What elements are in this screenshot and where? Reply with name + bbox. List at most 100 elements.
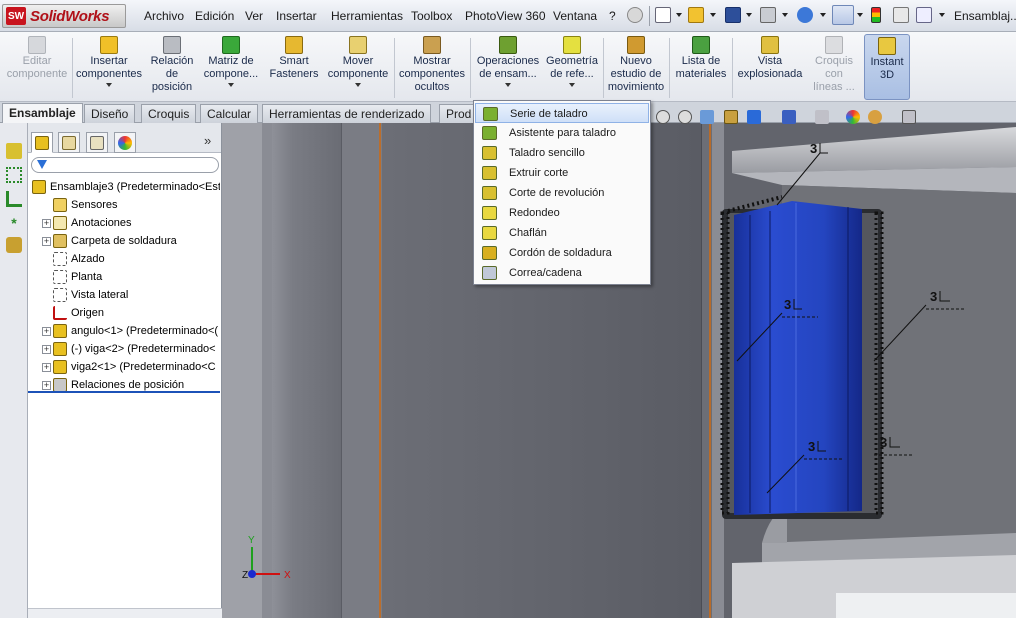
menu-item-belt-chain[interactable]: Correa/cadena	[475, 263, 649, 283]
new-document-icon[interactable]	[655, 7, 671, 23]
linear-pattern-button[interactable]: Matriz de compone...	[200, 36, 262, 87]
feature-tree-tab[interactable]	[31, 132, 53, 153]
reference-geometry-dropdown-icon[interactable]	[569, 83, 575, 87]
smart-dimension-icon[interactable]	[6, 143, 22, 159]
expand-icon[interactable]: +	[42, 381, 51, 390]
tree-item[interactable]: + angulo<1> (Predeterminado<(	[28, 322, 220, 340]
view-settings-icon[interactable]	[902, 110, 916, 124]
menu-photoview[interactable]: PhotoView 360	[465, 9, 546, 23]
feature-tree-scrollbar[interactable]	[28, 608, 222, 618]
bill-of-materials-button[interactable]: Lista de materiales	[672, 36, 730, 81]
hide-show-items-icon[interactable]	[815, 110, 829, 124]
asterisk-icon[interactable]: *	[6, 215, 22, 231]
tab-herramientas-renderizado[interactable]: Herramientas de renderizado	[262, 104, 432, 123]
configuration-manager-tab[interactable]	[86, 132, 108, 153]
show-hidden-components-button[interactable]: Mostrar componentes ocultos	[397, 36, 467, 94]
select-dropdown-icon[interactable]	[857, 13, 863, 17]
undo-dropdown-icon[interactable]	[820, 13, 826, 17]
previous-view-icon[interactable]	[700, 110, 714, 124]
sketch-line-icon[interactable]	[6, 167, 22, 183]
menu-item-fillet[interactable]: Redondeo	[475, 203, 649, 223]
apply-scene-icon[interactable]	[868, 110, 882, 124]
menu-item-hole-series[interactable]: Serie de taladro	[475, 103, 649, 123]
smart-fasteners-button[interactable]: Smart Fasteners	[265, 36, 323, 81]
open-folder-icon[interactable]	[688, 7, 704, 23]
tree-item[interactable]: + Anotaciones	[28, 214, 220, 232]
options-dropdown-icon[interactable]	[939, 13, 945, 17]
exploded-view-button[interactable]: Vista explosionada	[735, 36, 805, 81]
menu-archivo[interactable]: Archivo	[144, 9, 184, 23]
tree-item[interactable]: Origen	[28, 304, 220, 322]
tree-item[interactable]: + Carpeta de soldadura	[28, 232, 220, 250]
explode-line-sketch-button[interactable]: Croquis con líneas ...	[808, 36, 860, 94]
menu-toolbox[interactable]: Toolbox	[411, 9, 452, 23]
options-icon[interactable]	[916, 7, 932, 23]
new-dropdown-icon[interactable]	[676, 13, 682, 17]
expand-icon[interactable]: +	[42, 327, 51, 336]
new-motion-study-button[interactable]: Nuevo estudio de movimiento	[605, 36, 667, 94]
display-manager-tab[interactable]	[114, 132, 136, 153]
instant-3d-button[interactable]: Instant 3D	[864, 34, 910, 100]
tree-filter-input[interactable]	[31, 157, 219, 173]
expand-icon[interactable]: +	[42, 363, 51, 372]
menu-ver[interactable]: Ver	[245, 9, 263, 23]
menu-item-revolved-cut[interactable]: Corte de revolución	[475, 183, 649, 203]
assembly-features-dropdown-icon[interactable]	[505, 83, 511, 87]
view-orientation-icon[interactable]	[747, 110, 761, 124]
smart-fasteners-icon	[285, 36, 303, 54]
save-icon[interactable]	[725, 7, 741, 23]
undo-icon[interactable]	[797, 7, 813, 23]
zoom-to-fit-icon[interactable]	[656, 110, 670, 124]
zoom-to-area-icon[interactable]	[678, 110, 692, 124]
section-view-icon[interactable]	[724, 110, 738, 124]
expand-icon[interactable]: +	[42, 219, 51, 228]
tab-ensamblaje[interactable]: Ensamblaje	[2, 103, 83, 124]
menu-item-weld-bead[interactable]: Cordón de soldadura	[475, 243, 649, 263]
tree-item[interactable]: Ensamblaje3 (Predeterminado<Est	[28, 178, 220, 196]
edit-appearance-icon[interactable]	[846, 110, 860, 124]
assembly-features-button[interactable]: Operaciones de ensam...	[473, 36, 543, 87]
menu-item-extruded-cut[interactable]: Extruir corte	[475, 163, 649, 183]
menu-edicion[interactable]: Edición	[195, 9, 234, 23]
tab-diseno[interactable]: Diseño	[84, 104, 136, 123]
display-style-icon[interactable]	[782, 110, 796, 124]
pattern-dropdown-icon[interactable]	[228, 83, 234, 87]
tree-item[interactable]: Planta	[28, 268, 220, 286]
tab-calcular[interactable]: Calcular	[200, 104, 259, 123]
tree-item[interactable]: Sensores	[28, 196, 220, 214]
move-component-button[interactable]: Mover componente	[325, 36, 391, 87]
rebuild-traffic-light-icon[interactable]	[871, 7, 881, 23]
select-arrow-icon[interactable]	[832, 5, 854, 25]
solidworks-logo[interactable]: SW SolidWorks	[2, 4, 126, 28]
print-dropdown-icon[interactable]	[782, 13, 788, 17]
edit-component-button[interactable]: Editar componente	[4, 36, 70, 81]
menu-ventana[interactable]: Ventana	[553, 9, 597, 23]
tab-croquis[interactable]: Croquis	[141, 104, 197, 123]
mate-icon[interactable]	[6, 237, 22, 253]
expand-icon[interactable]: +	[42, 345, 51, 354]
menu-item-simple-hole[interactable]: Taladro sencillo	[475, 143, 649, 163]
axis-icon[interactable]	[6, 191, 22, 207]
insert-components-dropdown-icon[interactable]	[106, 83, 112, 87]
pin-icon[interactable]	[627, 7, 643, 23]
reference-geometry-button[interactable]: Geometría de refe...	[544, 36, 600, 87]
file-properties-icon[interactable]	[893, 7, 909, 23]
mate-button[interactable]: Relación de posición	[146, 36, 198, 94]
menu-herramientas[interactable]: Herramientas	[331, 9, 403, 23]
move-component-dropdown-icon[interactable]	[355, 83, 361, 87]
tree-item[interactable]: + viga2<1> (Predeterminado<C	[28, 358, 220, 376]
expand-tabs-icon[interactable]: »	[204, 133, 211, 148]
menu-item-chamfer[interactable]: Chaflán	[475, 223, 649, 243]
menu-help[interactable]: ?	[609, 9, 616, 23]
save-dropdown-icon[interactable]	[746, 13, 752, 17]
print-icon[interactable]	[760, 7, 776, 23]
menu-insertar[interactable]: Insertar	[276, 9, 317, 23]
property-manager-tab[interactable]	[58, 132, 80, 153]
tree-item[interactable]: Vista lateral	[28, 286, 220, 304]
insert-components-button[interactable]: Insertar componentes	[74, 36, 144, 87]
tree-item[interactable]: Alzado	[28, 250, 220, 268]
expand-icon[interactable]: +	[42, 237, 51, 246]
open-dropdown-icon[interactable]	[710, 13, 716, 17]
menu-item-hole-wizard[interactable]: Asistente para taladro	[475, 123, 649, 143]
tree-item[interactable]: + (-) viga<2> (Predeterminado<	[28, 340, 220, 358]
